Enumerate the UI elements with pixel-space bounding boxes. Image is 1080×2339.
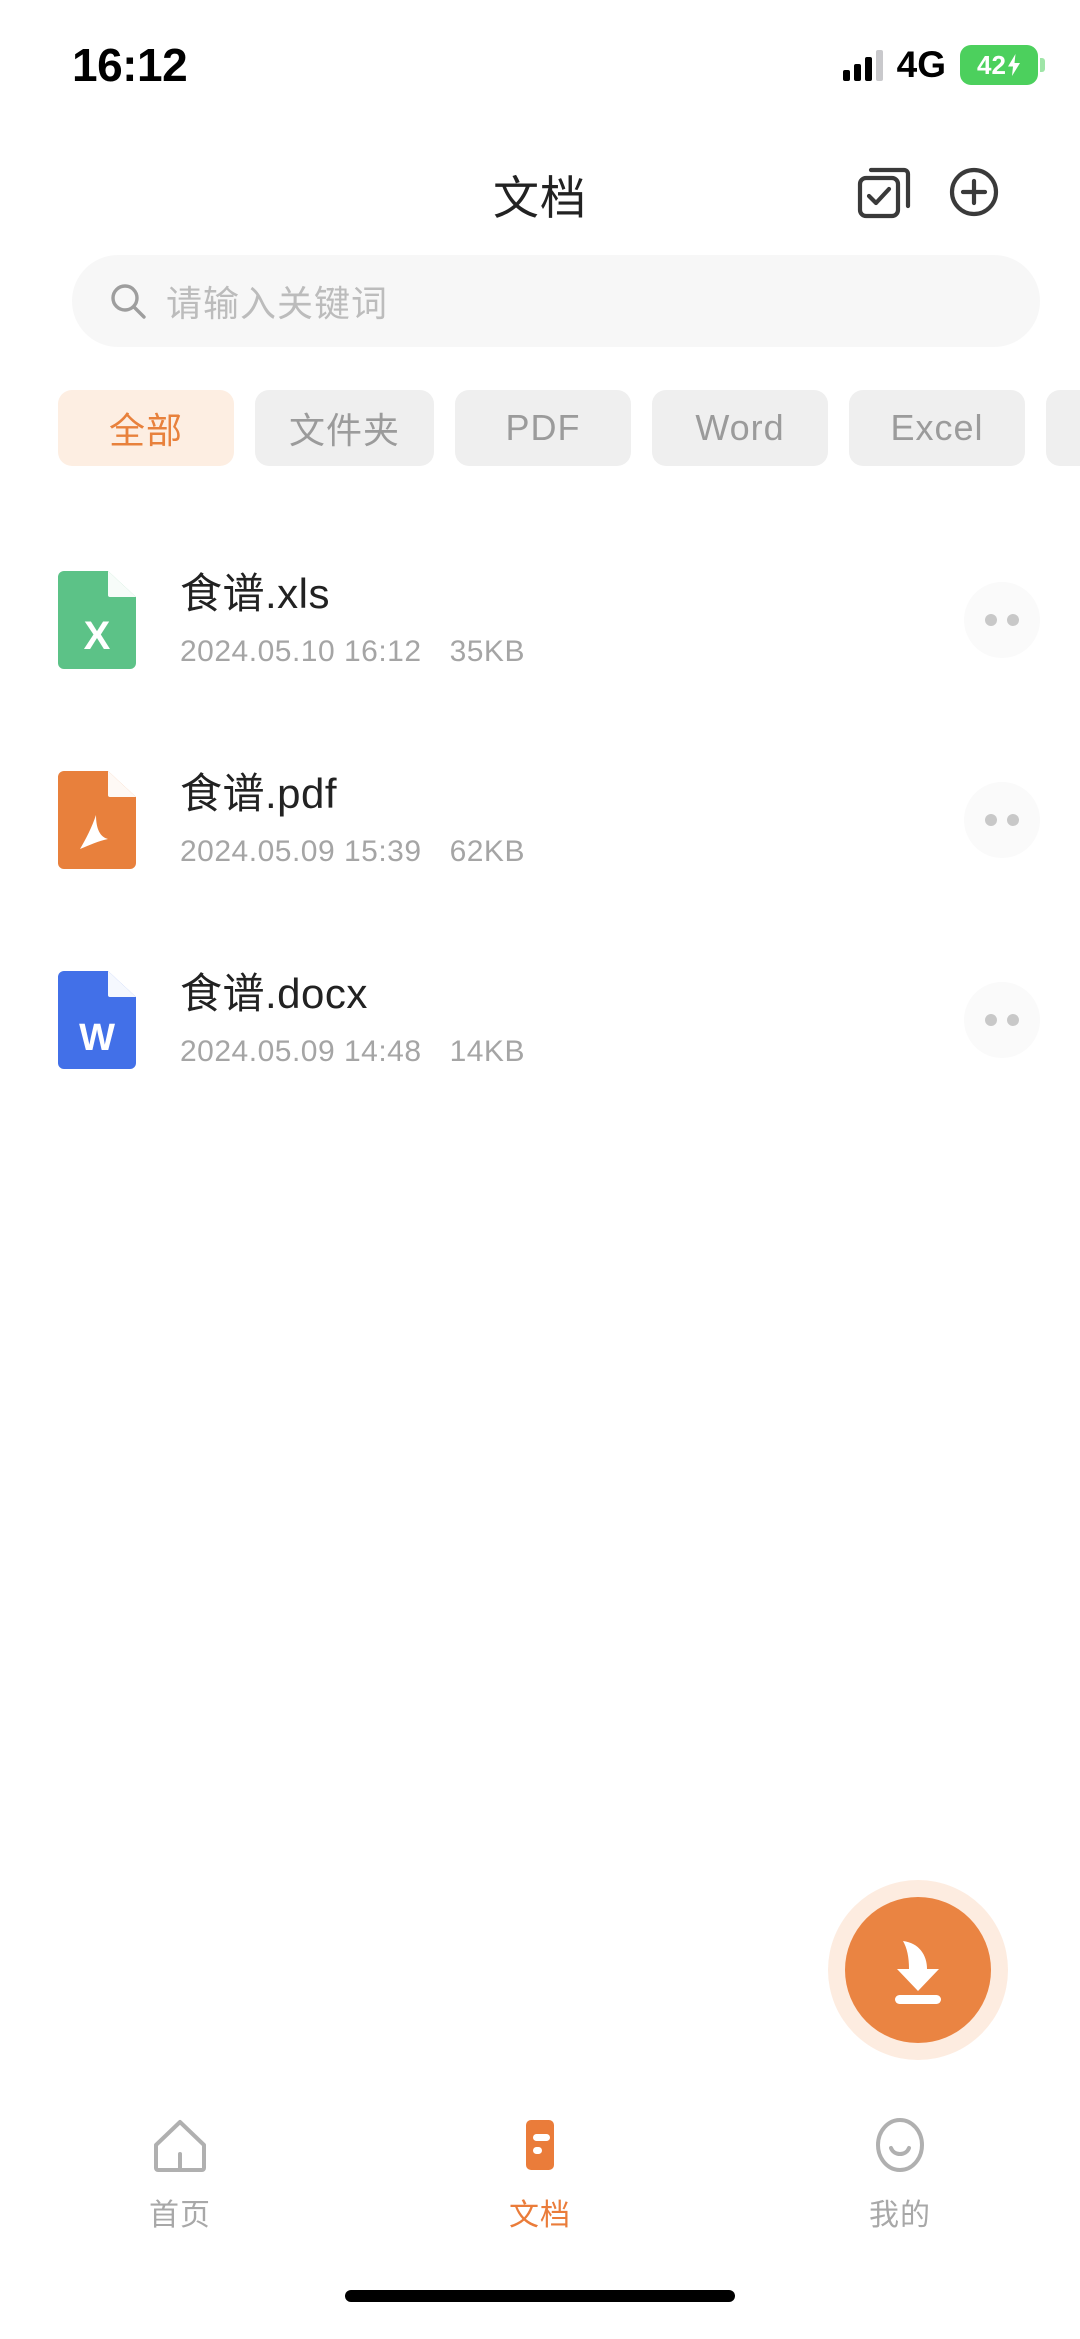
tab-documents[interactable]: 文档 bbox=[360, 2106, 720, 2256]
signal-bars-icon bbox=[842, 49, 883, 81]
tab-label-profile: 我的 bbox=[869, 2199, 931, 2232]
file-list: X 食谱.xls 2024.05.10 16:12 35KB 食谱.pdf 202… bbox=[0, 520, 1080, 1120]
file-name: 食谱.docx bbox=[180, 969, 368, 1017]
file-info: 食谱.docx 2024.05.09 14:48 14KB bbox=[180, 969, 964, 1069]
svg-text:W: W bbox=[79, 1017, 115, 1059]
status-indicators: 4G 42 bbox=[842, 44, 1045, 86]
file-name: 食谱.pdf bbox=[180, 769, 338, 817]
filter-chip-word[interactable]: Word bbox=[652, 390, 829, 466]
file-subtitle: 2024.05.10 16:12 35KB bbox=[180, 635, 964, 669]
file-date: 2024.05.09 15:39 bbox=[180, 835, 422, 869]
charging-bolt-icon bbox=[1007, 54, 1020, 76]
download-icon bbox=[895, 1941, 941, 2004]
word-file-icon: W bbox=[58, 971, 136, 1069]
tab-label-documents: 文档 bbox=[509, 2199, 571, 2232]
home-indicator bbox=[345, 2290, 735, 2302]
download-fab[interactable] bbox=[828, 1880, 1008, 2060]
network-type-label: 4G bbox=[896, 44, 946, 85]
svg-text:X: X bbox=[84, 614, 111, 658]
search-icon bbox=[111, 284, 146, 319]
file-subtitle: 2024.05.09 14:48 14KB bbox=[180, 1035, 964, 1069]
plus-circle-icon[interactable] bbox=[942, 160, 1006, 224]
battery-percent-label: 42 bbox=[977, 50, 1006, 80]
status-time: 16:12 bbox=[72, 39, 188, 91]
excel-file-icon: X bbox=[58, 571, 136, 669]
filter-chip-excel[interactable]: Excel bbox=[849, 390, 1026, 466]
file-size: 35KB bbox=[449, 635, 525, 669]
tab-home[interactable]: 首页 bbox=[0, 2106, 360, 2256]
file-info: 食谱.xls 2024.05.10 16:12 35KB bbox=[180, 569, 964, 669]
home-icon bbox=[154, 2120, 206, 2172]
filter-chip-all[interactable]: 全部 bbox=[58, 390, 234, 466]
fab-circle bbox=[845, 1897, 991, 2043]
page-title: 文档 bbox=[493, 172, 587, 224]
search-input[interactable]: 请输入关键词 bbox=[166, 275, 388, 327]
status-bar: 16:12 4G 42 bbox=[0, 0, 1080, 130]
filter-chip-folder[interactable]: 文件夹 bbox=[255, 390, 435, 466]
table-row[interactable]: W 食谱.docx 2024.05.09 14:48 14KB bbox=[0, 920, 1080, 1120]
filter-chip-pdf[interactable]: PDF bbox=[455, 390, 632, 466]
pdf-file-icon bbox=[58, 771, 136, 869]
page-header: 文档 bbox=[0, 140, 1080, 250]
filter-chip-more[interactable] bbox=[1046, 390, 1080, 466]
more-dots-icon[interactable] bbox=[964, 982, 1040, 1058]
filter-chip-row: 全部 文件夹 PDF Word Excel bbox=[0, 388, 1080, 468]
battery-charging-icon: 42 bbox=[960, 45, 1045, 85]
multi-select-icon[interactable] bbox=[852, 160, 916, 224]
file-size: 62KB bbox=[449, 835, 525, 869]
search-bar[interactable]: 请输入关键词 bbox=[72, 255, 1040, 347]
file-date: 2024.05.09 14:48 bbox=[180, 1035, 422, 1069]
bottom-nav: 首页 文档 我的 bbox=[0, 2106, 1080, 2256]
tab-profile[interactable]: 我的 bbox=[720, 2106, 1080, 2256]
file-size: 14KB bbox=[449, 1035, 525, 1069]
document-icon bbox=[526, 2120, 554, 2170]
file-subtitle: 2024.05.09 15:39 62KB bbox=[180, 835, 964, 869]
tab-label-home: 首页 bbox=[149, 2199, 211, 2232]
app-screen: 16:12 4G 42 文档 请输入关键词 全部 文件夹 PDF Word Ex… bbox=[0, 0, 1080, 2339]
profile-smiley-icon bbox=[876, 2118, 924, 2172]
table-row[interactable]: X 食谱.xls 2024.05.10 16:12 35KB bbox=[0, 520, 1080, 720]
more-dots-icon[interactable] bbox=[964, 582, 1040, 658]
file-info: 食谱.pdf 2024.05.09 15:39 62KB bbox=[180, 769, 964, 869]
more-dots-icon[interactable] bbox=[964, 782, 1040, 858]
file-date: 2024.05.10 16:12 bbox=[180, 635, 422, 669]
file-name: 食谱.xls bbox=[180, 569, 331, 617]
table-row[interactable]: 食谱.pdf 2024.05.09 15:39 62KB bbox=[0, 720, 1080, 920]
